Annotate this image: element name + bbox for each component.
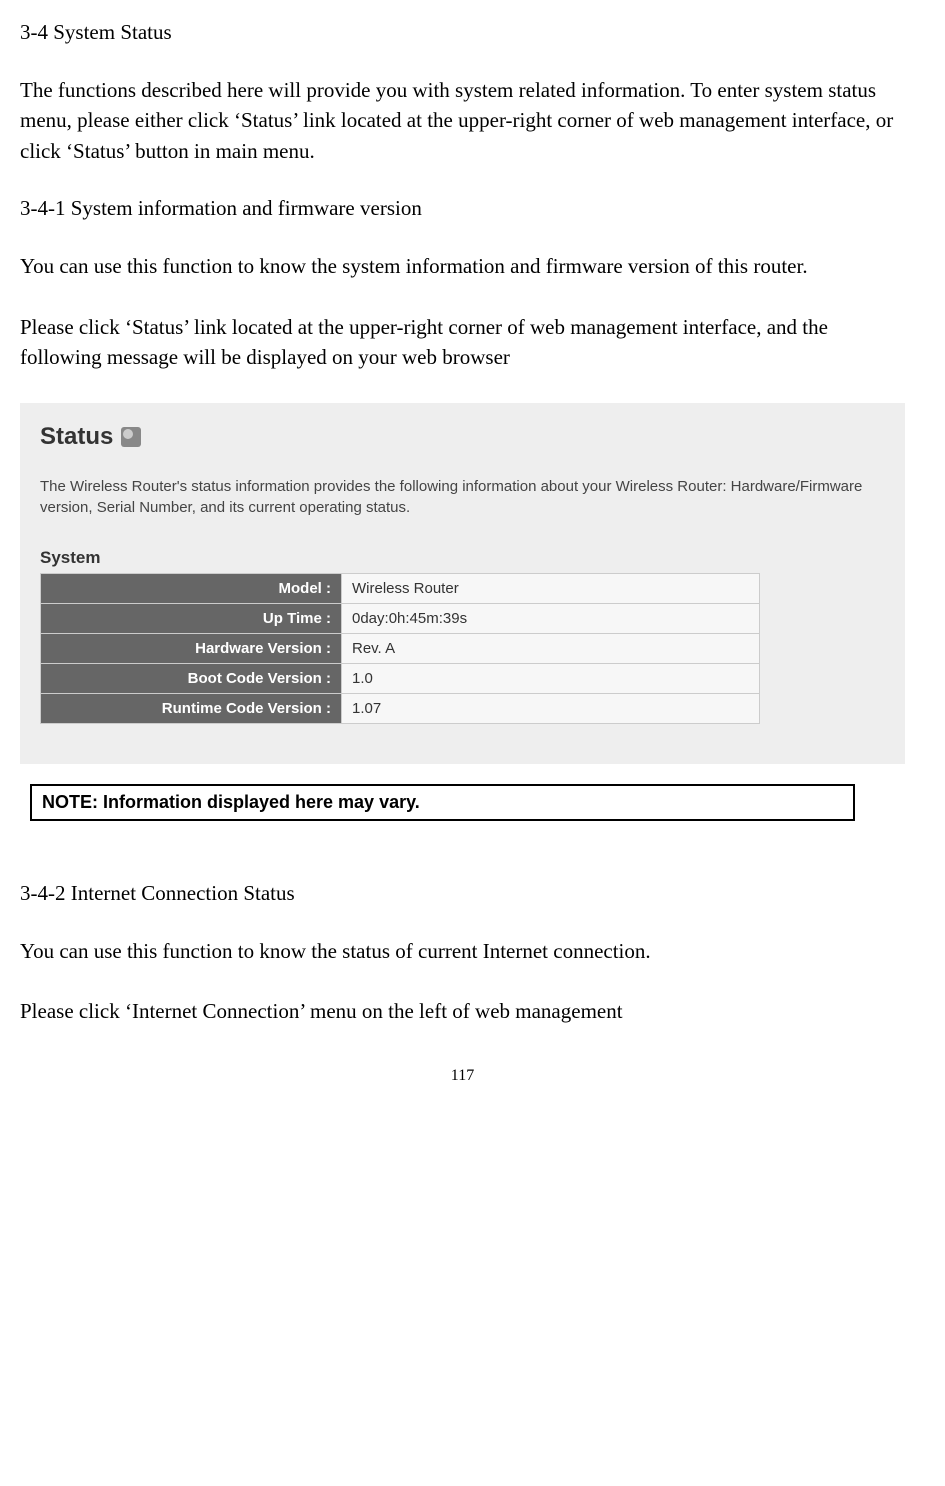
section-heading-3-4: 3-4 System Status — [20, 20, 905, 45]
paragraph-intro: The functions described here will provid… — [20, 75, 905, 166]
status-title: Status — [40, 423, 113, 451]
table-row: Runtime Code Version : 1.07 — [41, 693, 760, 723]
row-value: 1.0 — [342, 663, 760, 693]
paragraph-3-4-1-a: You can use this function to know the sy… — [20, 251, 905, 281]
section-heading-3-4-1: 3-4-1 System information and firmware ve… — [20, 196, 905, 221]
table-row: Hardware Version : Rev. A — [41, 633, 760, 663]
row-label: Model : — [41, 573, 342, 603]
tool-icon — [121, 427, 141, 447]
table-row: Model : Wireless Router — [41, 573, 760, 603]
paragraph-3-4-2-b: Please click ‘Internet Connection’ menu … — [20, 996, 905, 1026]
paragraph-3-4-1-b: Please click ‘Status’ link located at th… — [20, 312, 905, 373]
paragraph-3-4-2-a: You can use this function to know the st… — [20, 936, 905, 966]
row-label: Runtime Code Version : — [41, 693, 342, 723]
system-status-table: Model : Wireless Router Up Time : 0day:0… — [40, 573, 760, 724]
status-header: Status — [40, 423, 895, 451]
row-label: Up Time : — [41, 603, 342, 633]
table-row: Up Time : 0day:0h:45m:39s — [41, 603, 760, 633]
row-value: 1.07 — [342, 693, 760, 723]
page-number: 117 — [20, 1067, 905, 1085]
row-value: Rev. A — [342, 633, 760, 663]
row-label: Hardware Version : — [41, 633, 342, 663]
system-label: System — [40, 548, 895, 568]
status-panel-screenshot: Status The Wireless Router's status info… — [20, 403, 905, 764]
section-heading-3-4-2: 3-4-2 Internet Connection Status — [20, 881, 905, 906]
row-value: Wireless Router — [342, 573, 760, 603]
note-box: NOTE: Information displayed here may var… — [30, 784, 855, 821]
table-row: Boot Code Version : 1.0 — [41, 663, 760, 693]
row-label: Boot Code Version : — [41, 663, 342, 693]
status-description: The Wireless Router's status information… — [40, 476, 895, 518]
row-value: 0day:0h:45m:39s — [342, 603, 760, 633]
